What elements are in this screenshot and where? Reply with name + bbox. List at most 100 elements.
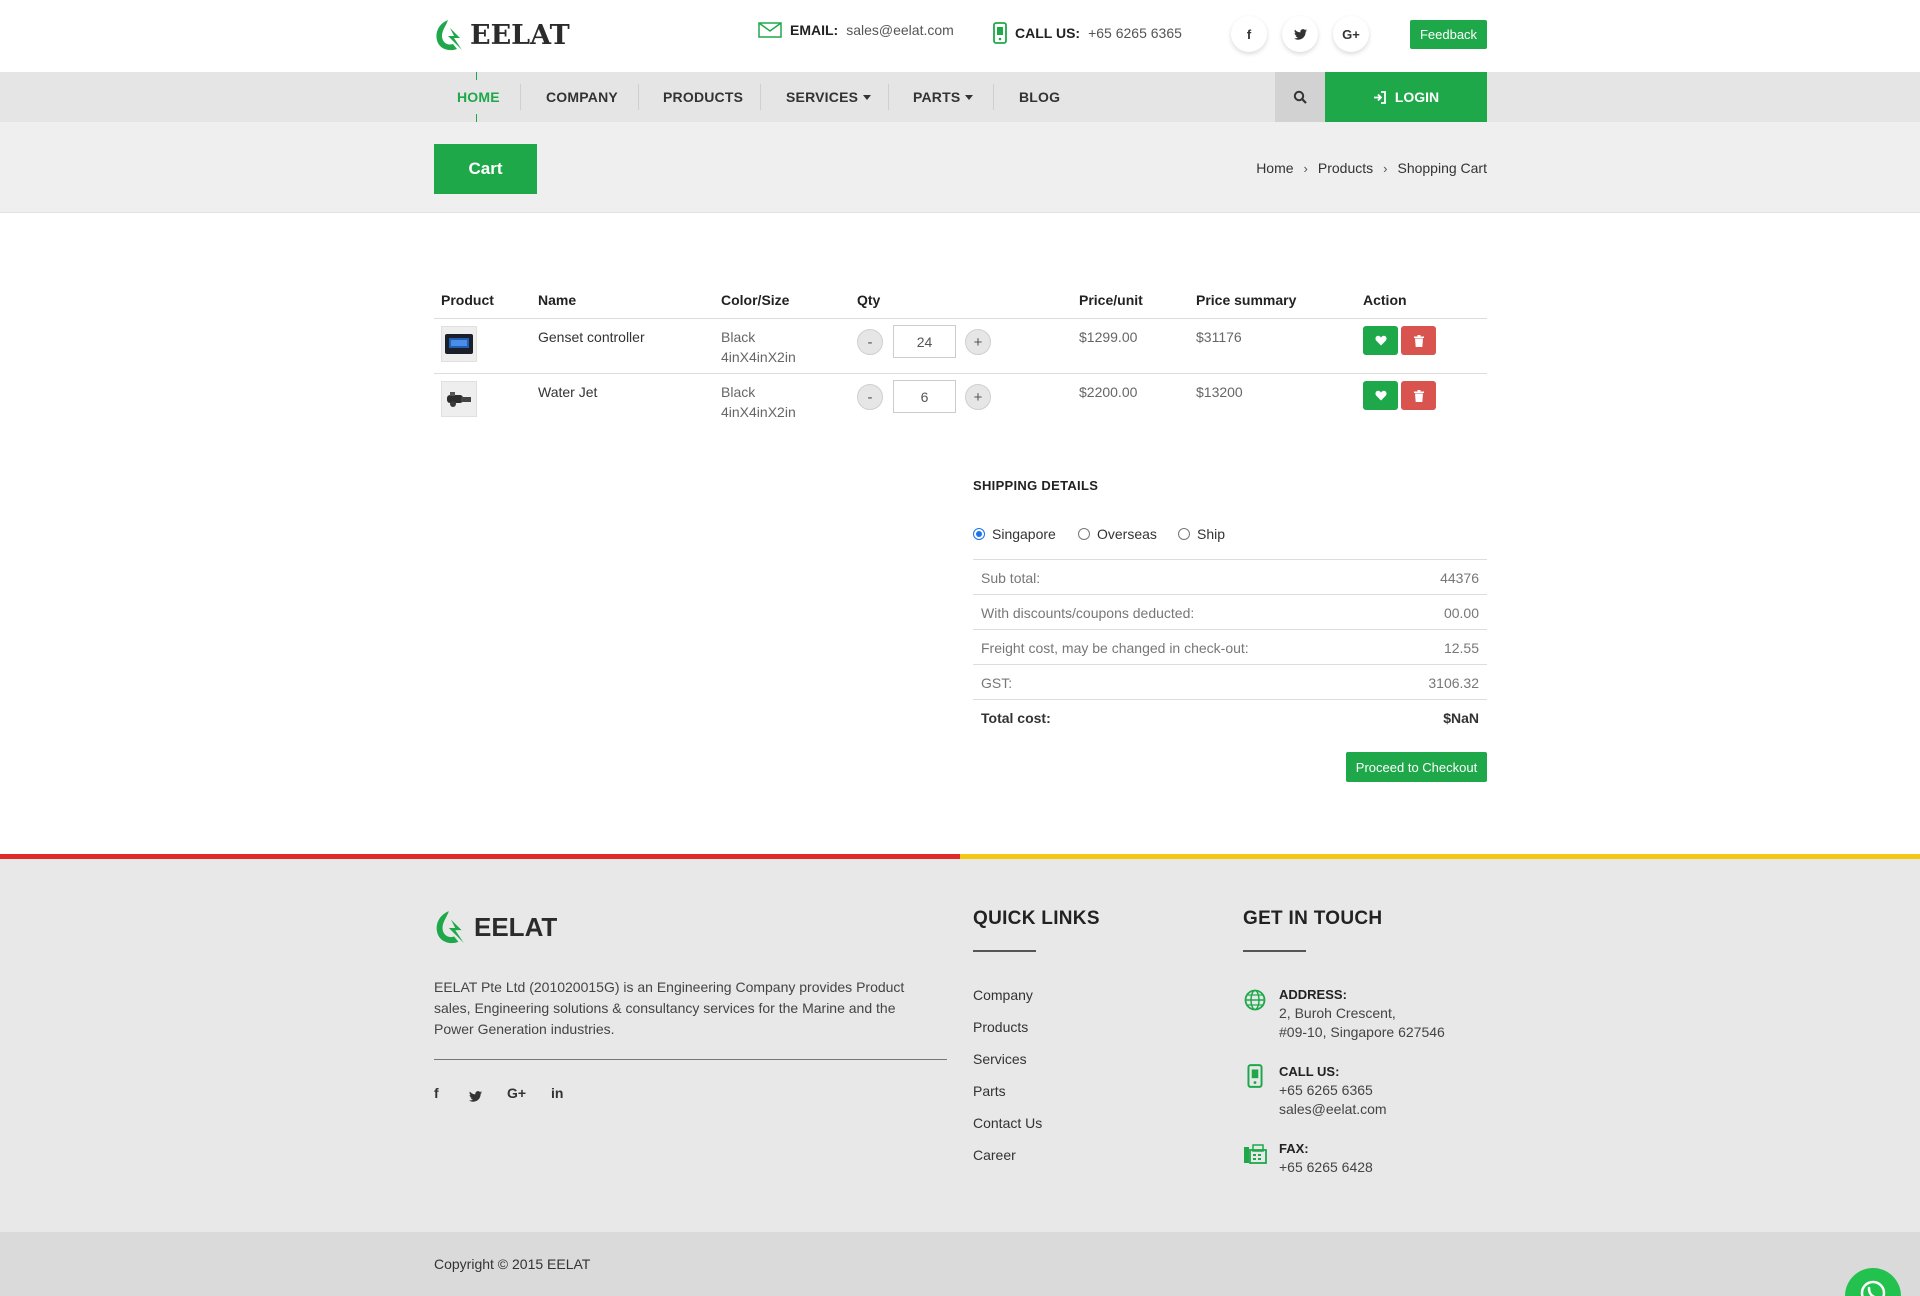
radio-button[interactable]	[1078, 528, 1090, 540]
col-price-summary: Price summary	[1196, 292, 1297, 308]
nav-company[interactable]: COMPANY	[546, 72, 618, 122]
nav-divider	[520, 84, 521, 110]
footer-about: EELAT Pte Ltd (201020015G) is an Enginee…	[434, 979, 905, 1037]
footer-link-products[interactable]: Products	[973, 1019, 1028, 1035]
footer-link-contact[interactable]: Contact Us	[973, 1115, 1042, 1131]
footer-logo-text: EELAT	[474, 911, 558, 942]
chevron-right-icon: ›	[1383, 160, 1388, 176]
call-email[interactable]: sales@eelat.com	[1279, 1101, 1387, 1117]
product-color: Black	[721, 329, 756, 345]
radio-overseas[interactable]: Overseas	[1078, 526, 1157, 542]
email-value[interactable]: sales@eelat.com	[846, 22, 954, 38]
product-name[interactable]: Genset controller	[538, 329, 645, 345]
qty-decrease-button[interactable]: -	[857, 384, 883, 410]
radio-button-checked[interactable]	[973, 528, 985, 540]
radio-singapore[interactable]: Singapore	[973, 526, 1056, 542]
product-name[interactable]: Water Jet	[538, 384, 597, 400]
breadcrumb: Home › Products › Shopping Cart	[1256, 160, 1487, 176]
radio-label: Singapore	[992, 526, 1056, 542]
copyright-bar: Copyright © 2015 EELAT	[0, 1232, 1920, 1296]
footer-fax: FAX: +65 6265 6428	[1279, 1139, 1373, 1177]
phone-icon	[993, 22, 1007, 44]
heart-icon	[1374, 335, 1387, 346]
col-action: Action	[1363, 292, 1407, 308]
nav-parts-label: PARTS	[913, 89, 961, 105]
footer-link-services[interactable]: Services	[973, 1051, 1027, 1067]
logo-icon	[436, 911, 464, 944]
col-color-size: Color/Size	[721, 292, 790, 308]
qty-increase-button[interactable]: +	[965, 329, 991, 355]
twitter-icon[interactable]	[1282, 16, 1318, 52]
footer-stripe	[960, 854, 1920, 859]
nav-blog[interactable]: BLOG	[1019, 72, 1060, 122]
call-phone[interactable]: +65 6265 6365	[1279, 1082, 1373, 1098]
nav-blog-label: BLOG	[1019, 89, 1061, 105]
genset-controller-image	[445, 334, 473, 354]
qty-input[interactable]	[893, 325, 956, 358]
nav-home[interactable]: HOME	[457, 72, 500, 122]
facebook-icon[interactable]: f	[1231, 16, 1267, 52]
fax-label: FAX:	[1279, 1141, 1309, 1156]
active-indicator	[476, 114, 477, 122]
qty-decrease-button[interactable]: -	[857, 329, 883, 355]
qty-input[interactable]	[893, 380, 956, 413]
google-plus-icon[interactable]: G+	[1333, 16, 1369, 52]
footer-logo[interactable]: EELAT	[434, 909, 557, 945]
address-label: ADDRESS:	[1279, 987, 1347, 1002]
summary-freight: Freight cost, may be changed in check-ou…	[973, 629, 1487, 664]
summary-value: 3106.32	[1428, 675, 1479, 691]
footer-call: CALL US: +65 6265 6365 sales@eelat.com	[1279, 1062, 1387, 1119]
footer-link-company[interactable]: Company	[973, 987, 1033, 1003]
nav-parts[interactable]: PARTS	[913, 72, 974, 122]
table-divider	[434, 318, 1487, 319]
breadcrumb-home[interactable]: Home	[1256, 160, 1293, 176]
login-button[interactable]: LOGIN	[1325, 72, 1487, 122]
product-size: 4inX4inX2in	[721, 349, 796, 365]
product-size: 4inX4inX2in	[721, 404, 796, 420]
footer-google-plus-icon[interactable]: G+	[507, 1085, 526, 1101]
radio-button[interactable]	[1178, 528, 1190, 540]
footer-link-parts[interactable]: Parts	[973, 1083, 1006, 1099]
nav-divider	[760, 84, 761, 110]
delete-button[interactable]	[1401, 381, 1436, 410]
caret-down-icon	[965, 94, 974, 100]
phone-value[interactable]: +65 6265 6365	[1088, 25, 1182, 41]
delete-button[interactable]	[1401, 326, 1436, 355]
footer-facebook-icon[interactable]: f	[434, 1085, 439, 1101]
search-button[interactable]	[1275, 72, 1325, 122]
top-bar: EELAT EMAIL: sales@eelat.com CALL US: +6…	[0, 0, 1920, 72]
wishlist-button[interactable]	[1363, 381, 1398, 410]
price-unit: $1299.00	[1079, 329, 1138, 345]
breadcrumb-products[interactable]: Products	[1318, 160, 1373, 176]
radio-ship[interactable]: Ship	[1178, 526, 1225, 542]
qty-increase-button[interactable]: +	[965, 384, 991, 410]
price-unit: $2200.00	[1079, 384, 1138, 400]
address-line1: 2, Buroh Crescent,	[1279, 1005, 1396, 1021]
site-logo[interactable]: EELAT	[434, 18, 570, 52]
nav-divider	[638, 84, 639, 110]
product-thumbnail[interactable]	[441, 326, 477, 362]
top-email: EMAIL: sales@eelat.com	[758, 22, 954, 38]
nav-services-label: SERVICES	[786, 89, 859, 105]
trash-icon	[1413, 389, 1424, 402]
heading-underline	[973, 950, 1036, 952]
footer-linkedin-icon[interactable]: in	[551, 1085, 563, 1101]
nav-products[interactable]: PRODUCTS	[663, 72, 743, 122]
main-nav: HOME COMPANY PRODUCTS SERVICES PARTS BLO…	[0, 72, 1920, 122]
product-thumbnail[interactable]	[441, 381, 477, 417]
call-label: CALL US:	[1279, 1064, 1340, 1079]
checkout-button[interactable]: Proceed to Checkout	[1346, 752, 1487, 782]
summary-value: $NaN	[1443, 710, 1479, 726]
quick-links-title: QUICK LINKS	[973, 908, 1100, 929]
active-indicator	[476, 72, 477, 80]
product-color-size: Black 4inX4inX2in	[721, 327, 796, 367]
wishlist-button[interactable]	[1363, 326, 1398, 355]
footer-twitter-icon[interactable]	[469, 1089, 482, 1105]
nav-services[interactable]: SERVICES	[786, 72, 872, 122]
nav-company-label: COMPANY	[546, 89, 618, 105]
footer-link-career[interactable]: Career	[973, 1147, 1016, 1163]
feedback-button[interactable]: Feedback	[1410, 20, 1487, 49]
fax-value: +65 6265 6428	[1279, 1159, 1373, 1175]
col-product: Product	[441, 292, 494, 308]
nav-divider	[888, 84, 889, 110]
